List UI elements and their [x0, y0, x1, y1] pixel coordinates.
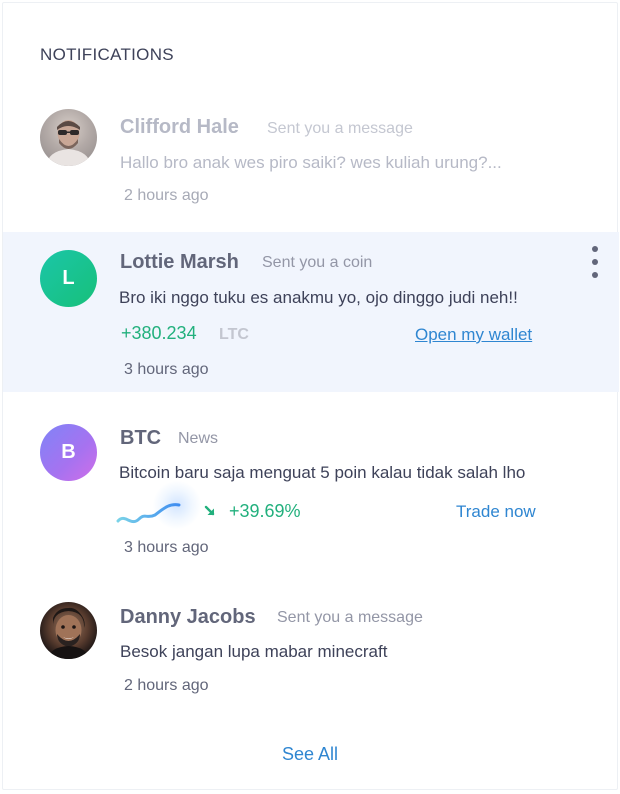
notification-item[interactable]: Danny Jacobs Sent you a message Besok ja…	[3, 572, 619, 712]
notification-message: Bitcoin baru saja menguat 5 poin kalau t…	[119, 463, 526, 482]
sender-name: Clifford Hale	[120, 116, 239, 138]
trade-now-link[interactable]: Trade now	[456, 502, 536, 522]
avatar: B	[40, 424, 97, 481]
notification-time: 3 hours ago	[124, 539, 209, 556]
sparkline-icon	[116, 503, 181, 524]
notification-action: Sent you a coin	[262, 254, 373, 271]
notification-time: 2 hours ago	[124, 677, 209, 694]
notification-message: Hallo bro anak wes piro saiki? wes kulia…	[120, 153, 502, 172]
notification-item[interactable]: L Lottie Marsh Sent you a coin Bro iki n…	[3, 232, 619, 392]
notification-item[interactable]: B BTC News Bitcoin baru saja menguat 5 p…	[3, 393, 619, 571]
avatar: L	[40, 250, 97, 307]
avatar	[40, 109, 97, 166]
notifications-panel: NOTIFICATIONS Clifford Hale Sent you a m…	[2, 2, 619, 790]
sender-name: Lottie Marsh	[120, 251, 239, 273]
coin-currency: LTC	[219, 326, 249, 343]
person-photo-icon	[46, 120, 91, 166]
open-wallet-link[interactable]: Open my wallet	[415, 325, 532, 345]
sender-name: BTC	[120, 427, 162, 449]
notification-time: 2 hours ago	[124, 187, 209, 204]
coin-amount: +380.234	[121, 323, 197, 343]
notification-time: 3 hours ago	[124, 361, 209, 378]
notification-item[interactable]: Clifford Hale Sent you a message Hallo b…	[3, 3, 619, 231]
notification-action: News	[178, 430, 219, 447]
price-change: +39.69%	[229, 501, 301, 521]
notification-action: Sent you a message	[267, 120, 413, 137]
avatar-initial: B	[61, 441, 76, 463]
sender-name: Danny Jacobs	[120, 606, 256, 628]
avatar-initial: L	[62, 267, 75, 289]
see-all-link[interactable]: See All	[0, 744, 620, 765]
person-photo-icon	[48, 607, 89, 659]
notification-message: Besok jangan lupa mabar minecraft	[120, 642, 388, 661]
trend-down-right-icon	[204, 505, 215, 516]
more-options-icon[interactable]	[588, 246, 602, 278]
notification-message: Bro iki nggo tuku es anakmu yo, ojo ding…	[119, 288, 518, 307]
avatar	[40, 602, 97, 659]
notification-action: Sent you a message	[277, 609, 423, 626]
